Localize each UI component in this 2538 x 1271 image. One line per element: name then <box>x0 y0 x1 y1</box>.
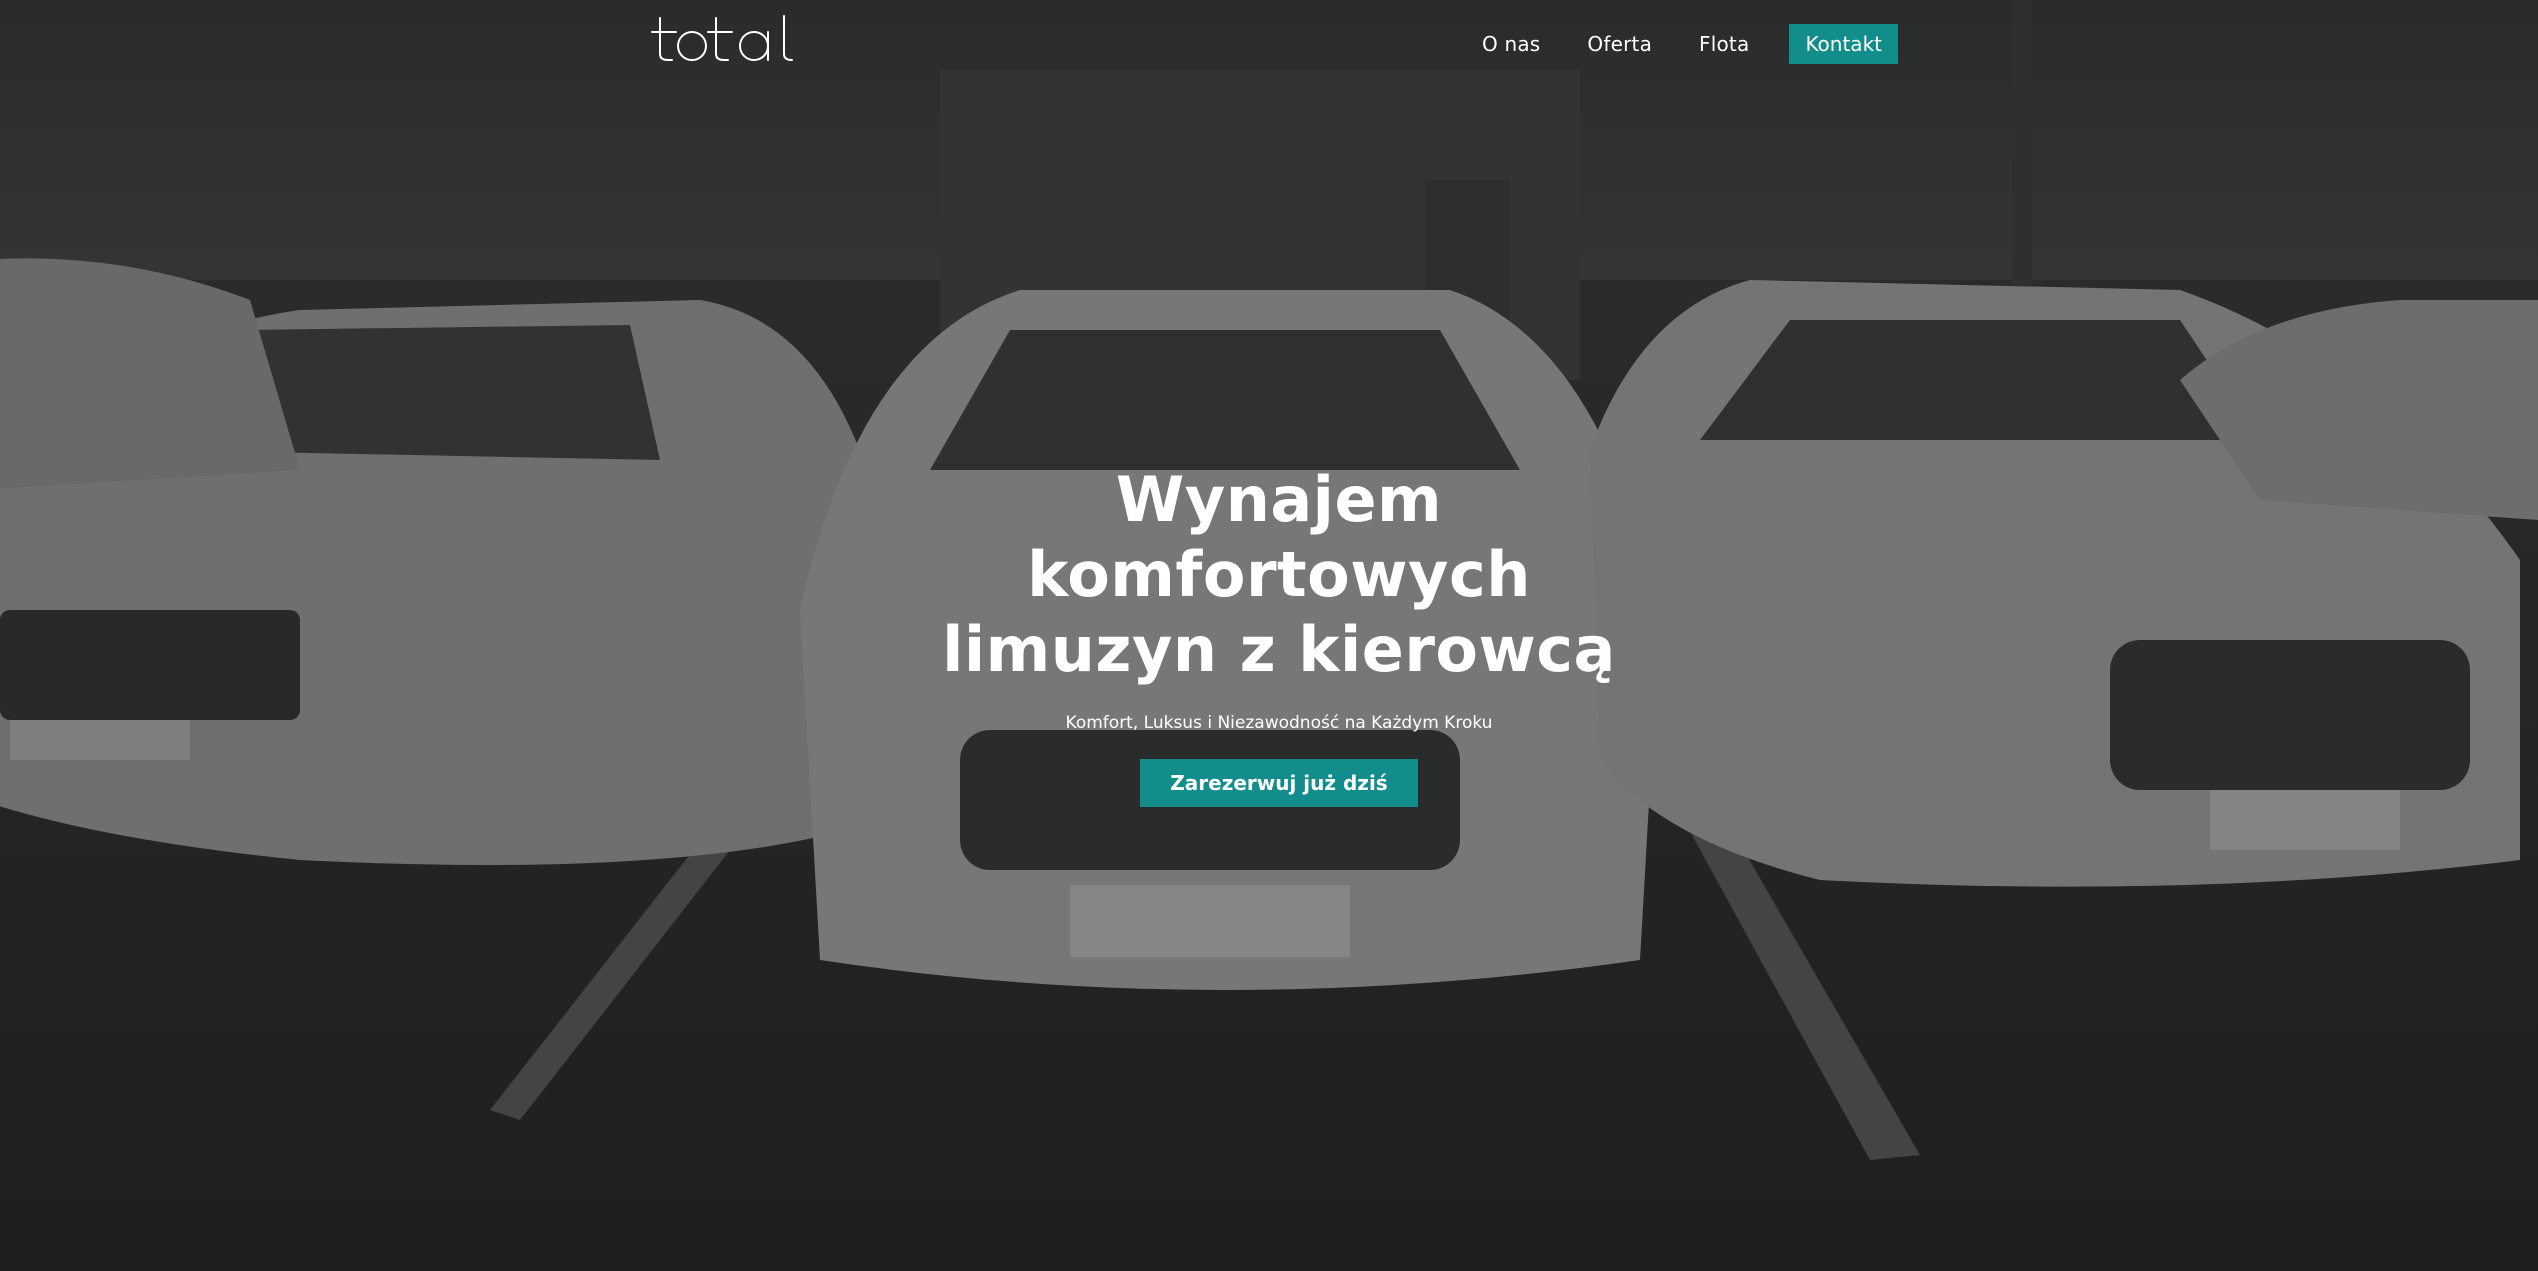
hero-title: Wynajem komfortowych limuzyn z kierowcą <box>869 462 1689 687</box>
nav-link-flota[interactable]: Flota <box>1699 32 1749 56</box>
nav-link-o-nas[interactable]: O nas <box>1482 32 1540 56</box>
book-now-button[interactable]: Zarezerwuj już dziś <box>1140 759 1418 807</box>
hero-section: O nas Oferta Flota Kontakt Wynajem komfo… <box>0 0 2538 1271</box>
total-logo[interactable] <box>650 14 795 70</box>
nav-contact-button[interactable]: Kontakt <box>1789 24 1898 64</box>
hero-subtitle: Komfort, Luksus i Niezawodność na Każdym… <box>1065 713 1493 733</box>
hero-title-line: Wynajem <box>1115 463 1443 536</box>
main-nav: O nas Oferta Flota Kontakt <box>1435 24 1898 64</box>
hero-title-line: limuzyn z kierowcą <box>942 613 1616 686</box>
nav-link-oferta[interactable]: Oferta <box>1587 32 1652 56</box>
hero-title-line: komfortowych <box>1027 538 1531 611</box>
hero-content: Wynajem komfortowych limuzyn z kierowcą … <box>869 462 1689 807</box>
top-navbar: O nas Oferta Flota Kontakt <box>0 0 2538 88</box>
